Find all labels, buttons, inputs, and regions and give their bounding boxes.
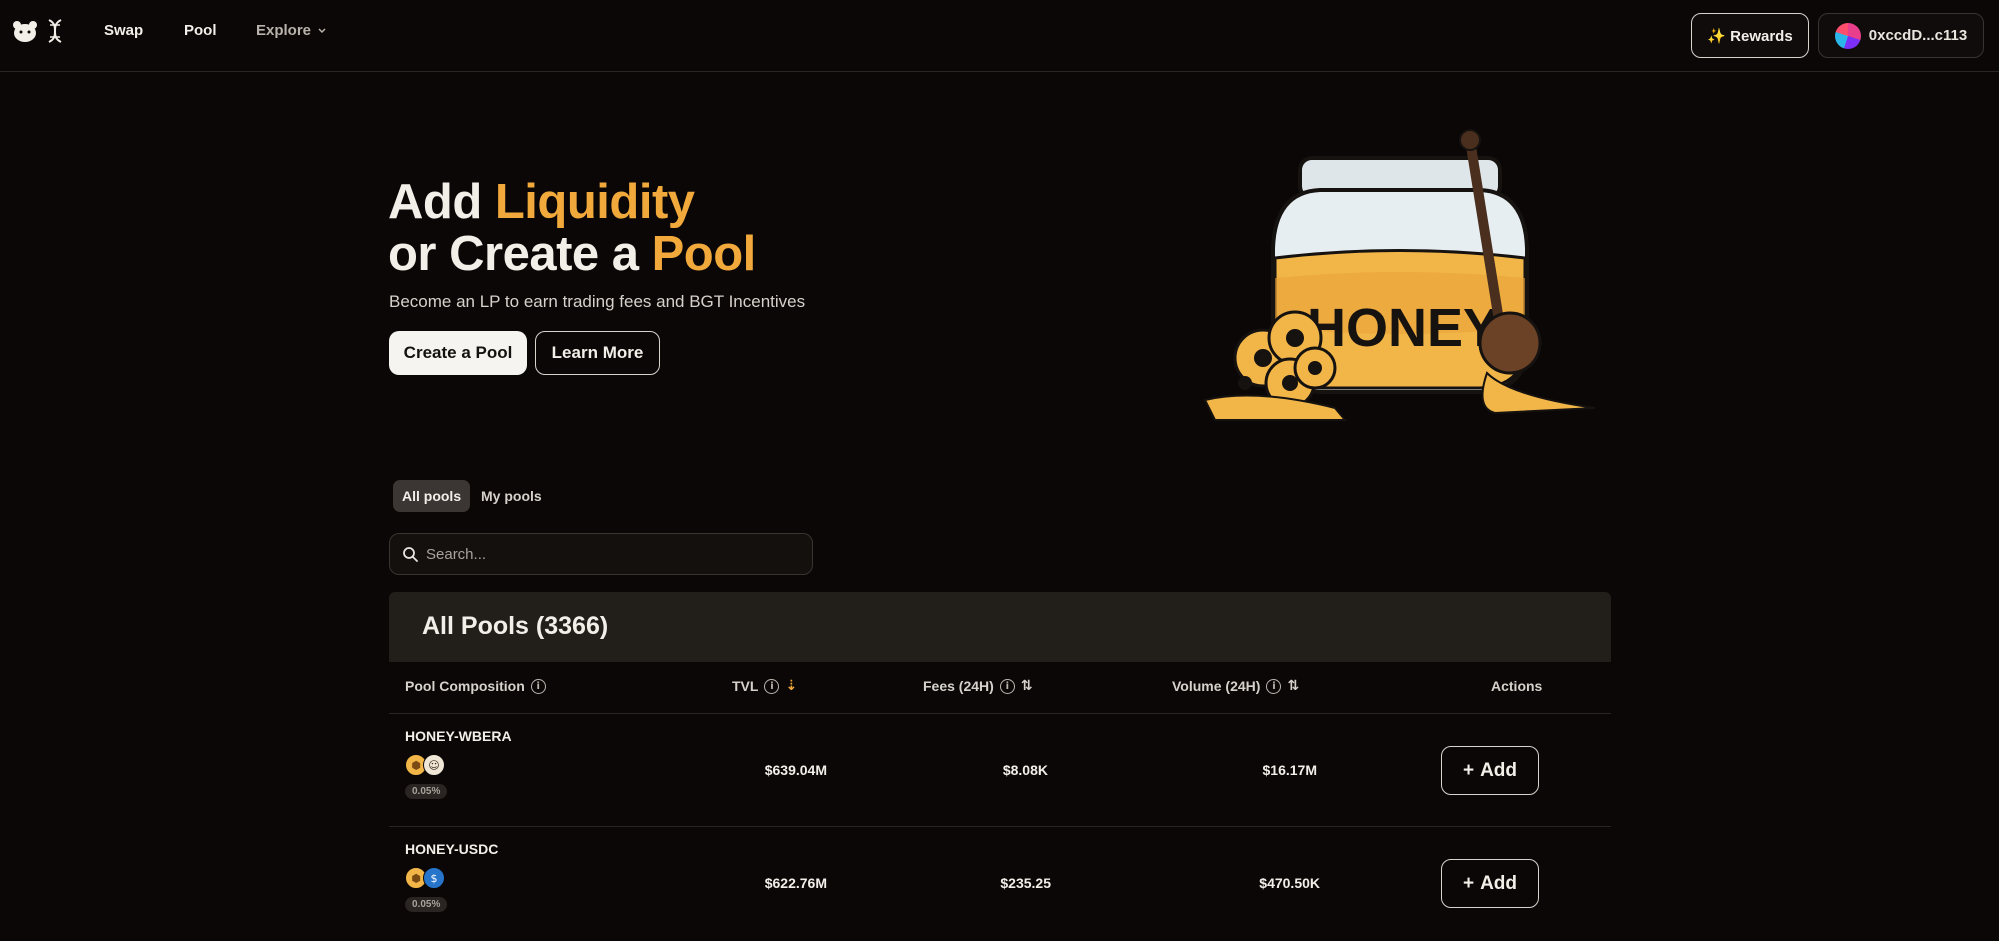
table-title: All Pools (3366) <box>422 612 609 640</box>
add-button-label: Add <box>1480 759 1518 781</box>
col-pool-composition-label: Pool Composition <box>405 678 525 694</box>
top-nav: Swap Pool Explore ✨ Rewards 0xccdD...c11… <box>0 0 1999 72</box>
hero-title-text-1: Add <box>388 175 495 229</box>
nav-swap[interactable]: Swap <box>104 22 143 39</box>
add-liquidity-button[interactable]: + Add <box>1441 746 1539 795</box>
info-icon[interactable]: i <box>999 678 1015 694</box>
token-pair: ⬢ ☺ <box>405 754 445 776</box>
logo[interactable] <box>12 18 66 44</box>
volume-value: $16.17M <box>1262 762 1317 778</box>
dna-logo-icon <box>48 19 62 43</box>
hero-title: Add Liquidity or Create a Pool <box>388 176 756 280</box>
chevron-down-icon <box>318 27 326 33</box>
col-volume[interactable]: Volume (24H) i ⇅ <box>1172 678 1299 694</box>
jar-label-text: HONEY <box>1307 298 1499 358</box>
info-icon[interactable]: i <box>530 678 546 694</box>
wallet-button[interactable]: 0xccdD...c113 <box>1818 13 1984 58</box>
nav-explore[interactable]: Explore <box>256 22 327 39</box>
fee-badge: 0.05% <box>405 784 448 799</box>
table-row: HONEY-USDC ⬢ $ 0.05% $622.76M $235.25 $4… <box>389 827 1611 940</box>
nav-explore-label: Explore <box>256 22 312 39</box>
rewards-button[interactable]: ✨ Rewards <box>1691 13 1809 58</box>
tvl-value: $622.76M <box>764 875 827 891</box>
col-tvl[interactable]: TVL i ⇣ <box>732 678 797 694</box>
learn-more-button[interactable]: Learn More <box>535 331 660 375</box>
tvl-value: $639.04M <box>764 762 827 778</box>
search-input[interactable] <box>426 545 786 563</box>
pool-name[interactable]: HONEY-USDC <box>405 841 498 857</box>
bear-logo-icon <box>13 21 37 42</box>
add-button-label: Add <box>1480 872 1518 894</box>
hero-title-text-2: or Create a <box>388 227 652 281</box>
pool-name[interactable]: HONEY-WBERA <box>405 728 512 744</box>
col-fees[interactable]: Fees (24H) i ⇅ <box>923 678 1033 694</box>
fees-value: $8.08K <box>1002 762 1048 778</box>
hero-title-accent-1: Liquidity <box>494 175 695 229</box>
col-actions: Actions <box>1491 678 1543 694</box>
sort-icon[interactable]: ⇅ <box>1021 678 1033 694</box>
search-icon <box>403 547 418 562</box>
volume-value: $470.50K <box>1259 875 1320 891</box>
plus-icon: + <box>1462 759 1475 781</box>
tab-all-pools[interactable]: All pools <box>393 480 471 512</box>
info-icon[interactable]: i <box>1266 678 1282 694</box>
fees-value: $235.25 <box>1000 875 1051 891</box>
col-pool-composition: Pool Composition i <box>405 678 546 694</box>
create-pool-button[interactable]: Create a Pool <box>389 331 527 375</box>
tab-my-pools[interactable]: My pools <box>472 480 551 512</box>
plus-icon: + <box>1462 872 1475 894</box>
wallet-avatar <box>1834 22 1861 49</box>
fee-badge: 0.05% <box>405 897 448 912</box>
token-pair: ⬢ $ <box>405 867 445 889</box>
col-fees-label: Fees (24H) <box>923 678 994 694</box>
search-box[interactable] <box>389 533 813 575</box>
add-liquidity-button[interactable]: + Add <box>1441 859 1539 908</box>
table-header-bar: All Pools (3366) <box>389 592 1611 662</box>
hero-title-accent-2: Pool <box>651 227 757 281</box>
sort-desc-icon[interactable]: ⇣ <box>785 678 797 694</box>
nav-pool[interactable]: Pool <box>184 22 217 39</box>
col-volume-label: Volume (24H) <box>1172 678 1261 694</box>
info-icon[interactable]: i <box>764 678 780 694</box>
table-row: HONEY-WBERA ⬢ ☺ 0.05% $639.04M $8.08K $1… <box>389 714 1611 827</box>
wallet-address: 0xccdD...c113 <box>1868 27 1968 44</box>
honey-jar-illustration: HONEY <box>1203 129 1596 421</box>
wbera-token-icon: ☺ <box>423 754 445 776</box>
usdc-token-icon: $ <box>423 867 445 889</box>
sort-icon[interactable]: ⇅ <box>1287 678 1299 694</box>
hero-subtitle: Become an LP to earn trading fees and BG… <box>389 292 806 311</box>
col-tvl-label: TVL <box>732 678 759 694</box>
